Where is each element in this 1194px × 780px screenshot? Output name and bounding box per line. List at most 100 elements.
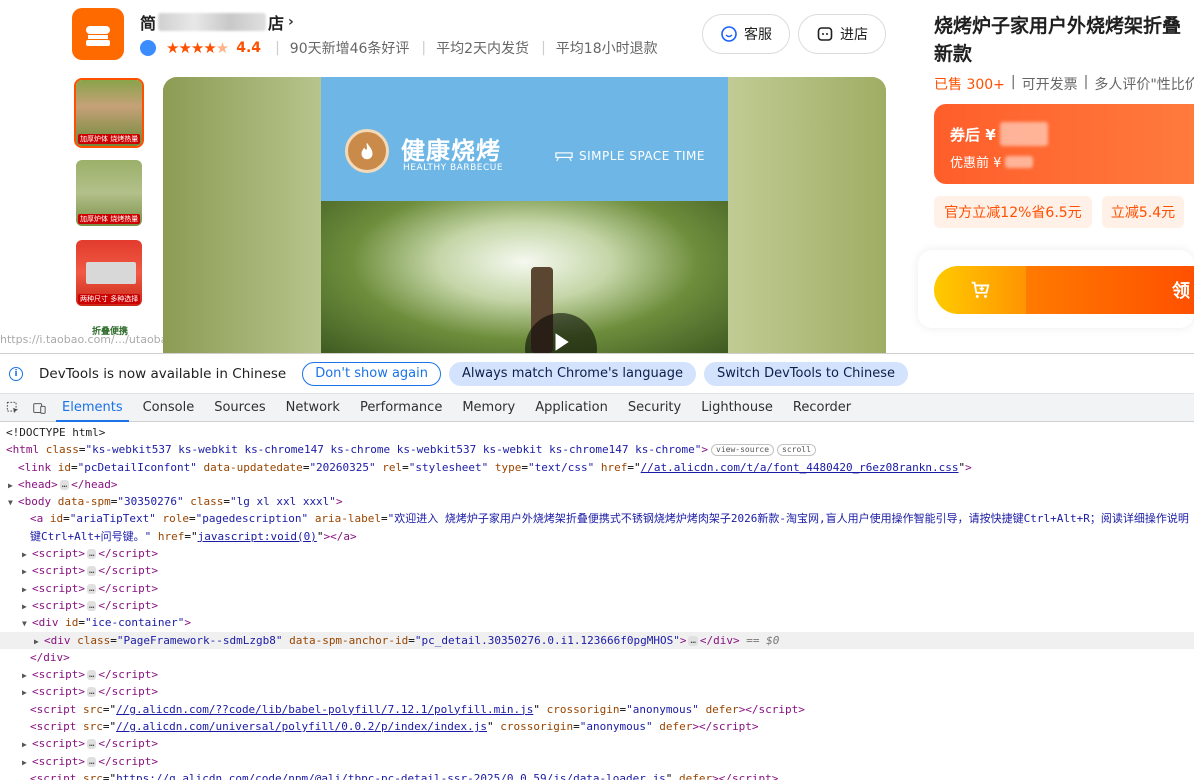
hero-tagline-text: SIMPLE SPACE TIME (579, 149, 705, 163)
dom-node[interactable]: <script src="//g.alicdn.com/universal/po… (0, 718, 1194, 735)
tab-performance[interactable]: Performance (350, 394, 452, 422)
collapse-triangle-icon[interactable]: ▼ (8, 494, 18, 511)
get-coupon-buy-button[interactable]: 领 (1026, 266, 1194, 314)
dom-node[interactable]: ▶ <script>… </script> (0, 597, 1194, 614)
original-price-label: 优惠前 ¥ (950, 156, 1002, 171)
discount-tag-instant[interactable]: 立减5.4元 (1102, 196, 1184, 228)
dom-node[interactable]: ▶ <script>… </script> (0, 683, 1194, 700)
devtools-tabbar: Elements Console Sources Network Perform… (0, 394, 1194, 422)
shop-stat-refund: 平均18小时退款 (555, 41, 658, 57)
dom-node[interactable]: <html class="ks-webkit537 ks-webkit ks-c… (0, 441, 1194, 458)
infobar-message: DevTools is now available in Chinese (39, 365, 287, 382)
tab-lighthouse[interactable]: Lighthouse (691, 394, 783, 422)
customer-service-label: 客服 (744, 27, 772, 43)
tab-security[interactable]: Security (618, 394, 691, 422)
thumbnail-2[interactable]: 加厚炉体 烧烤热量 (74, 158, 144, 228)
add-to-cart-button[interactable] (934, 266, 1026, 314)
purchase-panel: 烧烤炉子家用户外烧烤架折叠新款 已售 300+ | 可开发票 | 多人评价"性比… (918, 0, 1194, 353)
main-product-image[interactable]: 健康烧烤 HEALTHY BARBECUE SIMPLE SPACE TIME (163, 77, 886, 353)
discount-tag-official[interactable]: 官方立减12%省6.5元 (934, 196, 1092, 228)
hero-title: 健康烧烤 (401, 137, 501, 165)
dom-node[interactable]: <!DOCTYPE html> (0, 424, 1194, 441)
switch-to-chinese-button[interactable]: Switch DevTools to Chinese (703, 361, 909, 386)
dom-node[interactable]: ▼ <div id="ice-container"> (0, 614, 1194, 631)
elements-dom-tree[interactable]: <!DOCTYPE html> <html class="ks-webkit53… (0, 424, 1194, 780)
tab-console[interactable]: Console (133, 394, 205, 422)
dom-node[interactable]: ▼ <body data-spm="30350276" class="lg xl … (0, 493, 1194, 510)
enter-store-label: 进店 (840, 27, 868, 43)
enter-store-button[interactable]: 进店 (798, 14, 886, 54)
shop-name[interactable]: 简 店 › (140, 10, 294, 34)
review-summary: 多人评价"性比价 (1094, 77, 1194, 93)
shop-badge-icon (140, 40, 156, 56)
shop-logo[interactable] (72, 8, 124, 60)
shop-name-redacted (158, 13, 267, 31)
dom-node[interactable]: ▶ <script>… </script> (0, 753, 1194, 770)
play-icon (555, 333, 569, 351)
buy-action-bar: 领 (918, 250, 1194, 328)
shop-rating: 4.4 (236, 40, 262, 56)
product-title: 烧烤炉子家用户外烧烤架折叠新款 (934, 15, 1182, 65)
inspect-element-icon[interactable] (0, 395, 26, 421)
dom-node[interactable]: 键Ctrl+Alt+问号键。" href="javascript:void(0)… (0, 528, 1194, 545)
hero-side-blur-right (728, 77, 886, 353)
tab-memory[interactable]: Memory (452, 394, 525, 422)
dont-show-again-button[interactable]: Don't show again (302, 361, 441, 386)
match-language-button[interactable]: Always match Chrome's language (449, 361, 696, 386)
dom-node[interactable]: ▶ <script>… </script> (0, 666, 1194, 683)
thumbnail-caption: 加厚炉体 烧烤热量 (78, 214, 141, 224)
dom-node[interactable]: <a id="ariaTipText" role="pagedescriptio… (0, 510, 1194, 527)
dom-node[interactable]: ▶ <script>… </script> (0, 580, 1194, 597)
device-toolbar-icon[interactable] (26, 395, 52, 421)
view-source-chip[interactable]: view-source (711, 444, 775, 457)
tab-application[interactable]: Application (525, 394, 618, 422)
dom-node[interactable]: ▶ <script>… </script> (0, 545, 1194, 562)
hero-tagline: SIMPLE SPACE TIME (555, 149, 705, 163)
tab-recorder[interactable]: Recorder (783, 394, 861, 422)
dom-node[interactable]: <script src="https://g.alicdn.com/code/n… (0, 770, 1194, 780)
dom-node[interactable]: ▶ <head>… </head> (0, 476, 1194, 493)
tab-sources[interactable]: Sources (204, 394, 275, 422)
shop-name-end: 店 (268, 14, 285, 33)
thumbnail-1[interactable]: 加厚炉体 烧烤热量 (74, 78, 144, 148)
tab-elements[interactable]: Elements (52, 394, 133, 422)
shop-stat-shipping: 平均2天内发货 (436, 41, 530, 57)
info-icon: i (9, 366, 23, 381)
coupon-price-label: 券后 ¥ (950, 125, 996, 144)
invoice-label: 可开发票 (1021, 77, 1078, 93)
grill-image (86, 262, 136, 284)
shop-meta: ★★★★★ 4.4 | 90天新增46条好评 | 平均2天内发货 | 平均18小… (140, 38, 670, 58)
tree-photo (321, 201, 728, 353)
shop-name-start: 简 (140, 14, 157, 33)
dom-node-selected[interactable]: ▶ <div class="PageFramework--sdmLzgb8" da… (0, 631, 1194, 649)
chat-smile-icon (721, 26, 737, 42)
thumbnail-3[interactable]: 两种尺寸 多种选择 (74, 238, 144, 308)
product-page: 简 店 › ★★★★★ 4.4 | 90天新增46条好评 | 平均2天内发货 |… (0, 0, 1194, 353)
dom-node[interactable]: <link id="pcDetailIconfont" data-updated… (0, 459, 1194, 476)
dom-node[interactable]: ▶ <script>… </script> (0, 735, 1194, 752)
customer-service-button[interactable]: 客服 (702, 14, 790, 54)
expand-triangle-icon[interactable]: ▶ (8, 477, 18, 494)
rating-stars-icon: ★★★★★ (166, 39, 229, 57)
hero-side-blur-left (163, 77, 321, 353)
sold-count: 已售 300+ (934, 77, 1005, 93)
flame-logo-icon (345, 129, 389, 173)
tab-network[interactable]: Network (276, 394, 350, 422)
dom-node[interactable]: <script src="//g.alicdn.com/??code/lib/b… (0, 701, 1194, 718)
devtools-panel: i DevTools is now available in Chinese D… (0, 353, 1194, 780)
dom-node[interactable]: ▶ <script>… </script> (0, 562, 1194, 579)
dom-node[interactable]: </div> (0, 649, 1194, 666)
thumbnail-list: 加厚炉体 烧烤热量 加厚炉体 烧烤热量 两种尺寸 多种选择 折叠便携 (74, 78, 146, 353)
devtools-language-infobar: i DevTools is now available in Chinese D… (0, 354, 1194, 394)
scroll-chip[interactable]: scroll (777, 444, 816, 457)
hero-subtitle: HEALTHY BARBECUE (403, 163, 504, 173)
coupon-price-card: 券后 ¥ 优惠前 ¥ (934, 104, 1194, 184)
product-meta: 已售 300+ | 可开发票 | 多人评价"性比价 (934, 74, 1194, 94)
original-price-redacted (1005, 155, 1034, 168)
thumbnail-caption: 两种尺寸 多种选择 (78, 294, 141, 304)
shop-logo-icon (86, 26, 110, 46)
coupon-price-redacted (999, 122, 1048, 146)
chevron-right-icon: › (288, 14, 294, 30)
hero-center-image: 健康烧烤 HEALTHY BARBECUE SIMPLE SPACE TIME (321, 77, 728, 353)
grill-icon (555, 151, 573, 161)
